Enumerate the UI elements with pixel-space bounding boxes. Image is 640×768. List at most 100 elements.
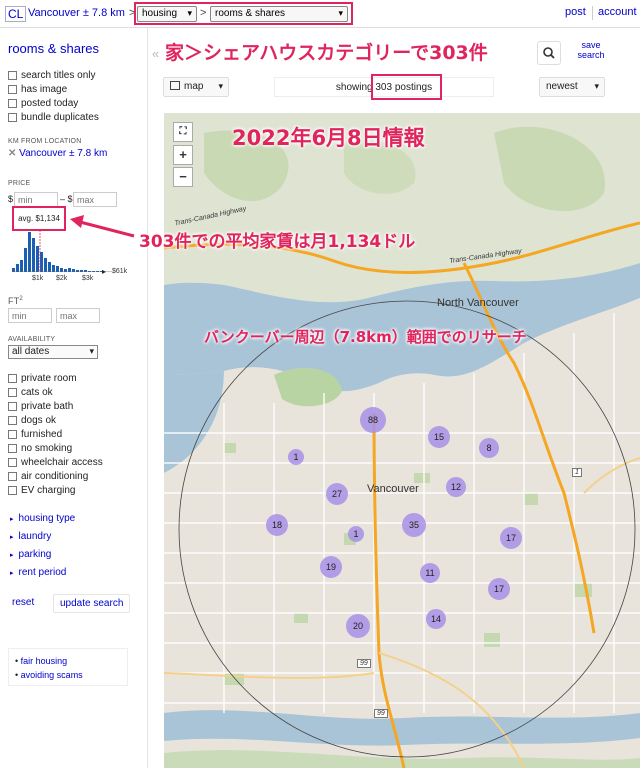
listing-cluster[interactable]: 17 bbox=[488, 578, 510, 600]
listing-cluster[interactable]: 19 bbox=[320, 556, 342, 578]
expander-housing-type[interactable]: ▸ housing type bbox=[10, 513, 75, 524]
option-dogs-ok[interactable]: dogs ok bbox=[8, 414, 56, 427]
map-view[interactable]: Trans-Canada Highway Trans-Canada Highwa… bbox=[164, 113, 640, 768]
checkbox[interactable] bbox=[8, 416, 17, 425]
listing-cluster[interactable]: 1 bbox=[288, 449, 304, 465]
checkbox[interactable] bbox=[8, 71, 17, 80]
filter-label: posted today bbox=[21, 98, 79, 109]
chevron-down-icon: ▾ bbox=[89, 346, 94, 356]
view-mode-value: map bbox=[184, 81, 204, 92]
option-label: dogs ok bbox=[21, 415, 57, 426]
listing-cluster[interactable]: 18 bbox=[266, 514, 288, 536]
triangle-right-icon: ▸ bbox=[102, 267, 107, 276]
view-mode-select[interactable]: map ▾ bbox=[163, 77, 229, 97]
checkbox[interactable] bbox=[8, 430, 17, 439]
sidebar-title[interactable]: rooms & shares bbox=[8, 41, 99, 56]
search-icon bbox=[543, 47, 555, 59]
price-max-input[interactable] bbox=[73, 192, 117, 207]
avoiding-scams-label[interactable]: avoiding scams bbox=[21, 670, 83, 680]
ft-superscript: 2 bbox=[19, 296, 23, 302]
listing-cluster[interactable]: 35 bbox=[402, 513, 426, 537]
location-link[interactable]: Vancouver ± 7.8 km bbox=[28, 7, 125, 19]
expander-rent-period[interactable]: ▸ rent period bbox=[10, 567, 66, 578]
collapse-sidebar-icon[interactable]: « bbox=[152, 46, 159, 61]
map-label-vancouver: Vancouver bbox=[367, 483, 419, 495]
listing-cluster[interactable]: 1 bbox=[348, 526, 364, 542]
hist-bar bbox=[60, 268, 63, 272]
hist-tick-2k: $2k bbox=[56, 275, 68, 282]
hist-bar bbox=[28, 232, 31, 272]
fair-housing-label[interactable]: fair housing bbox=[21, 656, 68, 666]
ft-max-input[interactable] bbox=[56, 308, 100, 323]
listing-cluster[interactable]: 88 bbox=[360, 407, 386, 433]
option-label: EV charging bbox=[21, 485, 76, 496]
postings-highlight-box bbox=[371, 74, 442, 100]
listing-cluster[interactable]: 11 bbox=[420, 563, 440, 583]
checkbox[interactable] bbox=[8, 113, 17, 122]
checkbox[interactable] bbox=[8, 402, 17, 411]
listing-cluster[interactable]: 17 bbox=[500, 527, 522, 549]
option-label: private bath bbox=[21, 401, 74, 412]
annotation-headline: 家＞シェアハウスカテゴリーで303件 bbox=[165, 42, 488, 64]
checkbox[interactable] bbox=[8, 486, 17, 495]
option-label: private room bbox=[21, 373, 77, 384]
update-search-button[interactable]: update search bbox=[53, 594, 131, 613]
expander-label: parking bbox=[18, 549, 52, 560]
chevron-down-icon: ▾ bbox=[218, 81, 223, 91]
close-x-icon[interactable]: ✕ bbox=[8, 148, 16, 159]
price-min-input[interactable] bbox=[14, 192, 58, 207]
filter-posted-today[interactable]: posted today bbox=[8, 97, 78, 110]
availability-select[interactable]: all dates ▾ bbox=[8, 345, 98, 359]
checkbox[interactable] bbox=[8, 444, 17, 453]
fair-housing-link[interactable]: • fair housing bbox=[15, 656, 67, 666]
expander-laundry[interactable]: ▸ laundry bbox=[10, 531, 51, 542]
km-value[interactable]: Vancouver ± 7.8 km bbox=[19, 148, 107, 159]
reset-button[interactable]: reset bbox=[6, 594, 40, 611]
ft-min-input[interactable] bbox=[8, 308, 52, 323]
option-ev-charging[interactable]: EV charging bbox=[8, 484, 75, 497]
park-area bbox=[224, 443, 236, 453]
craigslist-logo[interactable]: CL bbox=[5, 6, 27, 22]
sort-select[interactable]: newest ▾ bbox=[539, 77, 605, 97]
park-area bbox=[414, 473, 430, 483]
option-private-bath[interactable]: private bath bbox=[8, 400, 73, 413]
km-value-row[interactable]: ✕ Vancouver ± 7.8 km bbox=[8, 148, 107, 159]
zoom-out-button[interactable]: − bbox=[173, 167, 193, 187]
checkbox[interactable] bbox=[8, 472, 17, 481]
option-no-smoking[interactable]: no smoking bbox=[8, 442, 72, 455]
listing-cluster[interactable]: 27 bbox=[326, 483, 348, 505]
checkbox[interactable] bbox=[8, 374, 17, 383]
filter-label: has image bbox=[21, 84, 68, 95]
listing-cluster[interactable]: 15 bbox=[428, 426, 450, 448]
filter-has-image[interactable]: has image bbox=[8, 83, 67, 96]
checkbox[interactable] bbox=[8, 388, 17, 397]
option-private-room[interactable]: private room bbox=[8, 372, 77, 385]
hist-bar bbox=[64, 269, 67, 272]
post-link[interactable]: post bbox=[565, 6, 586, 18]
filter-bundle-duplicates[interactable]: bundle duplicates bbox=[8, 111, 99, 124]
save-search-link[interactable]: save search bbox=[573, 40, 609, 60]
triangle-right-icon: ▸ bbox=[10, 570, 14, 577]
checkbox[interactable] bbox=[8, 99, 17, 108]
account-link[interactable]: account bbox=[598, 6, 637, 18]
filter-search-titles[interactable]: search titles only bbox=[8, 69, 95, 82]
top-bar: CL Vancouver ± 7.8 km > housing ▾ > room… bbox=[0, 0, 640, 28]
option-wheelchair-access[interactable]: wheelchair access bbox=[8, 456, 103, 469]
listing-cluster[interactable]: 20 bbox=[346, 614, 370, 638]
search-button[interactable] bbox=[537, 41, 561, 65]
expander-parking[interactable]: ▸ parking bbox=[10, 549, 51, 560]
listing-cluster[interactable]: 8 bbox=[479, 438, 499, 458]
zoom-in-button[interactable]: + bbox=[173, 145, 193, 165]
option-furnished[interactable]: furnished bbox=[8, 428, 62, 441]
checkbox[interactable] bbox=[8, 458, 17, 467]
fullscreen-icon[interactable]: ⛶ bbox=[173, 122, 193, 142]
avoiding-scams-link[interactable]: • avoiding scams bbox=[15, 670, 83, 680]
option-air-conditioning[interactable]: air conditioning bbox=[8, 470, 88, 483]
price-histogram[interactable] bbox=[12, 228, 112, 272]
listing-cluster[interactable]: 12 bbox=[446, 477, 466, 497]
hist-bar bbox=[72, 269, 75, 272]
option-label: air conditioning bbox=[21, 471, 89, 482]
checkbox[interactable] bbox=[8, 85, 17, 94]
option-cats-ok[interactable]: cats ok bbox=[8, 386, 53, 399]
listing-cluster[interactable]: 14 bbox=[426, 609, 446, 629]
